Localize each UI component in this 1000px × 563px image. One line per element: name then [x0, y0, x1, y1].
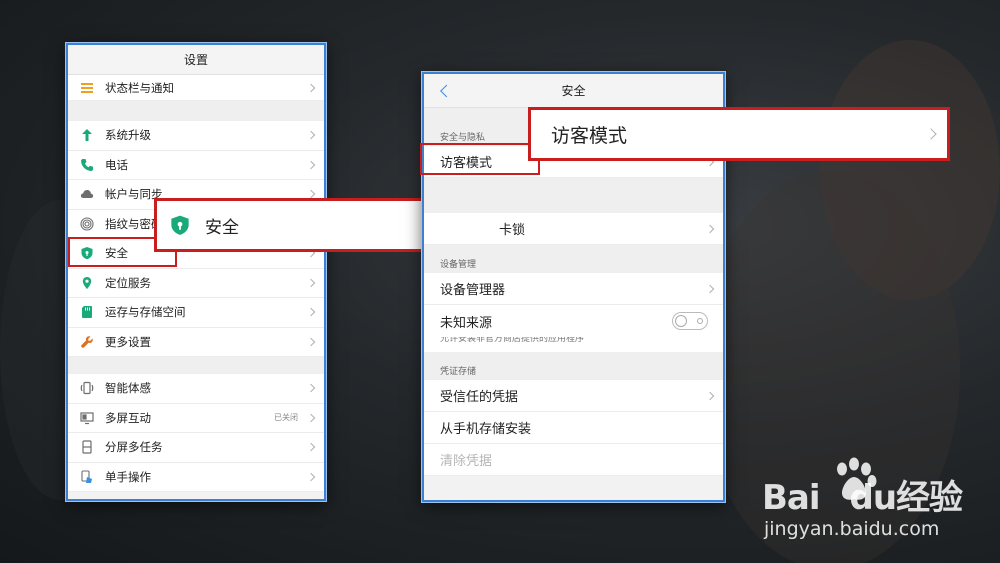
chevron-right-icon — [705, 284, 715, 293]
section-header-credentials: 凭证存储 — [424, 352, 723, 380]
guest-mode-zoom-callout: 访客模式 — [529, 108, 949, 160]
chevron-right-icon — [705, 391, 715, 400]
chevron-right-icon — [306, 190, 316, 199]
settings-item-label: 运存与存储空间 — [105, 305, 186, 320]
toggle-knob — [675, 315, 687, 327]
chevron-right-icon — [306, 337, 316, 346]
settings-item-location[interactable]: 定位服务 — [68, 268, 324, 298]
install-from-storage-row[interactable]: 从手机存储安装 — [424, 412, 723, 444]
clear-credentials-label: 清除凭据 — [440, 454, 493, 469]
device-manager-row[interactable]: 设备管理器 — [424, 273, 723, 305]
phone-icon — [80, 158, 94, 172]
one-hand-icon — [80, 470, 94, 484]
settings-title: 设置 — [68, 45, 324, 75]
section-gap — [68, 101, 324, 121]
security-callout-label: 安全 — [205, 217, 239, 238]
sim-lock-row[interactable]: 卡锁 — [424, 213, 723, 245]
unknown-sources-label: 未知来源 — [440, 315, 493, 331]
shield-icon — [169, 214, 191, 236]
device-manager-label: 设备管理器 — [440, 283, 506, 298]
sd-card-icon — [80, 305, 94, 319]
settings-item-label: 单手操作 — [105, 469, 151, 484]
unknown-sources-toggle[interactable] — [672, 312, 708, 330]
watermark-bai: Bai — [762, 478, 821, 518]
chevron-right-icon — [306, 443, 316, 452]
settings-item-one-hand[interactable]: 单手操作 — [68, 462, 324, 492]
settings-item-label: 定位服务 — [105, 275, 151, 290]
watermark-du: du — [849, 478, 898, 518]
settings-item-phone[interactable]: 电话 — [68, 150, 324, 180]
section-header-device: 设备管理 — [424, 245, 723, 273]
trusted-credentials-row[interactable]: 受信任的凭据 — [424, 380, 723, 412]
status-text: 已关闭 — [274, 413, 298, 423]
settings-item-system-update[interactable]: 系统升级 — [68, 121, 324, 151]
settings-item-label: 更多设置 — [105, 334, 151, 349]
chevron-right-icon — [306, 472, 316, 481]
chevron-right-icon — [925, 128, 937, 140]
trusted-credentials-label: 受信任的凭据 — [440, 390, 519, 405]
chevron-right-icon — [306, 308, 316, 317]
back-arrow-icon[interactable] — [440, 84, 453, 97]
section-gap — [68, 357, 324, 374]
sim-lock-label: 卡锁 — [499, 223, 526, 238]
toggle-off-indicator — [697, 318, 703, 324]
fingerprint-icon — [80, 217, 94, 231]
install-from-storage-label: 从手机存储安装 — [440, 422, 532, 437]
chevron-right-icon — [306, 83, 316, 92]
settings-item-label: 电话 — [105, 157, 128, 172]
security-title: 安全 — [561, 84, 586, 98]
settings-item-smart-motion[interactable]: 智能体感 — [68, 374, 324, 404]
settings-item-label: 多屏互动 — [105, 410, 151, 425]
security-title-bar: 安全 — [424, 74, 723, 108]
section-gap — [424, 178, 723, 213]
motion-phone-icon — [80, 381, 94, 395]
settings-panel: 设置 状态栏与通知 系统升级 电话 帐户与同步 指纹与密码 安全 定位服务 运存… — [66, 43, 326, 501]
chevron-right-icon — [306, 384, 316, 393]
split-screen-icon — [80, 440, 94, 454]
clear-credentials-row: 清除凭据 — [424, 444, 723, 476]
settings-item-label: 分屏多任务 — [105, 440, 163, 455]
settings-item-multiscreen[interactable]: 多屏互动 已关闭 — [68, 403, 324, 433]
cloud-icon — [80, 187, 94, 201]
location-pin-icon — [80, 276, 94, 290]
settings-item-label: 系统升级 — [105, 128, 151, 143]
watermark-url: jingyan.baidu.com — [764, 518, 940, 540]
menu-lines-icon — [80, 81, 94, 95]
settings-item-storage[interactable]: 运存与存储空间 — [68, 298, 324, 328]
settings-item-label: 帐户与同步 — [105, 187, 163, 202]
settings-item-status-bar[interactable]: 状态栏与通知 — [68, 75, 324, 101]
watermark-brand: Bai du经验 — [762, 470, 963, 519]
arrow-up-icon — [80, 128, 94, 142]
wrench-icon — [80, 335, 94, 349]
guest-mode-highlight — [420, 143, 540, 175]
unknown-sources-row[interactable]: 未知来源 — [424, 305, 723, 337]
settings-item-label: 指纹与密码 — [105, 216, 163, 231]
settings-item-more-settings[interactable]: 更多设置 — [68, 327, 324, 357]
settings-item-split-screen[interactable]: 分屏多任务 — [68, 433, 324, 463]
settings-item-label: 智能体感 — [105, 381, 151, 396]
chevron-right-icon — [306, 413, 316, 422]
chevron-right-icon — [306, 160, 316, 169]
chevron-right-icon — [705, 224, 715, 233]
chevron-right-icon — [306, 278, 316, 287]
settings-item-label: 状态栏与通知 — [105, 80, 174, 95]
guest-mode-callout-label: 访客模式 — [551, 124, 628, 147]
watermark-jingyan: 经验 — [896, 478, 963, 518]
chevron-right-icon — [306, 131, 316, 140]
multiscreen-icon — [80, 411, 94, 425]
